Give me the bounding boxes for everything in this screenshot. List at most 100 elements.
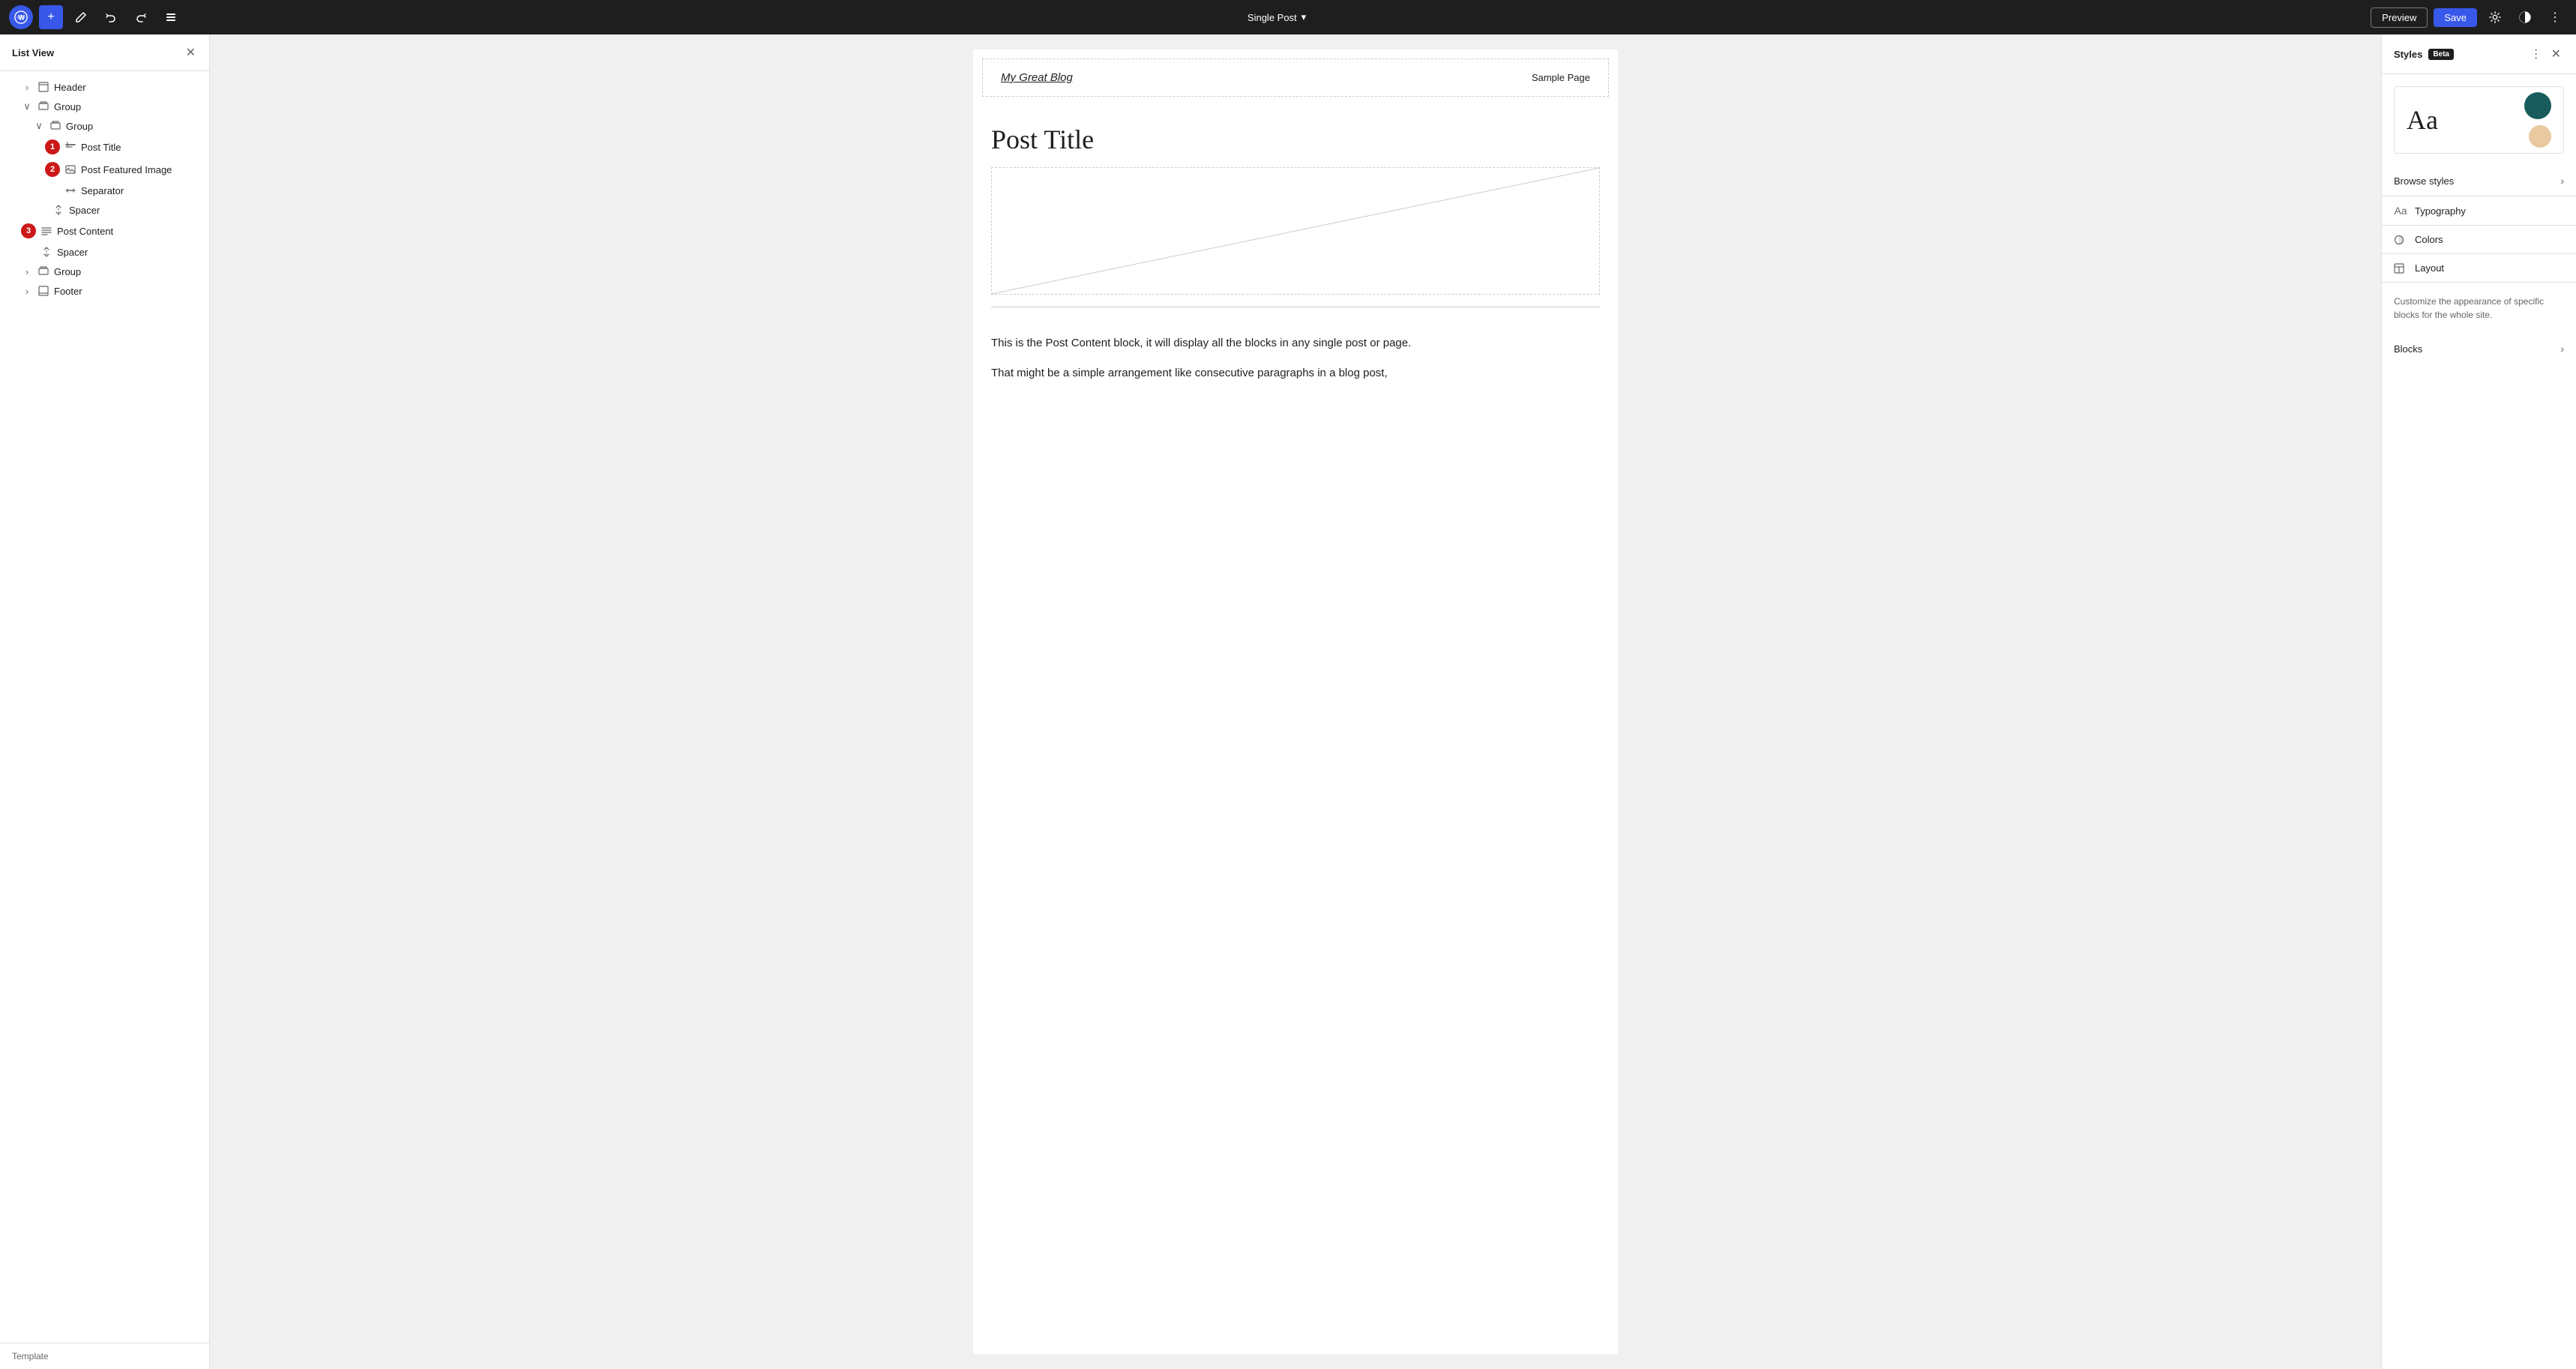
spacer-toggle — [33, 204, 48, 216]
style-preview: Aa — [2394, 86, 2564, 154]
list-view-button[interactable] — [159, 5, 183, 29]
color-swatches — [2524, 92, 2551, 148]
preview-aa: Aa — [2407, 104, 2438, 136]
tree-item-post-featured-image[interactable]: 2 Post Featured Image — [0, 158, 209, 181]
topbar-right: Preview Save ⋮ — [2371, 5, 2567, 29]
tree-item-group3[interactable]: › Group — [0, 262, 209, 281]
tree-label-spacer1: Spacer — [69, 205, 100, 216]
styles-title: Styles — [2394, 49, 2422, 60]
tree-item-post-content[interactable]: 3 Post Content — [0, 220, 209, 242]
tree-item-spacer2[interactable]: Spacer — [0, 242, 209, 262]
post-title-icon — [64, 141, 76, 153]
editor-canvas: My Great Blog Sample Page Post Title Thi… — [210, 34, 2381, 1369]
tree-label-post-featured-image: Post Featured Image — [81, 164, 172, 175]
tree-label-group2: Group — [66, 121, 93, 132]
close-styles-button[interactable]: ✕ — [2548, 43, 2564, 64]
toggle-icon: › — [21, 265, 33, 277]
tree-item-post-title[interactable]: 1 Post Title — [0, 136, 209, 158]
tree-label-footer: Footer — [54, 286, 82, 297]
toggle-icon: ∨ — [21, 100, 33, 112]
spacer-icon — [40, 246, 52, 258]
badge-2: 2 — [45, 162, 60, 177]
template-name-center: Single Post ▾ — [189, 7, 2365, 28]
settings-button[interactable] — [2483, 5, 2507, 29]
toggle-icon: › — [21, 81, 33, 93]
site-nav: Sample Page — [1532, 72, 1590, 83]
blocks-row[interactable]: Blocks › — [2382, 334, 2576, 364]
tree-label-group1: Group — [54, 101, 81, 112]
badge-1: 1 — [45, 139, 60, 154]
spacer-block-1 — [973, 319, 1618, 334]
tree-item-spacer1[interactable]: Spacer — [0, 200, 209, 220]
site-logo: My Great Blog — [1001, 71, 1073, 84]
wp-logo: W — [9, 5, 33, 29]
typography-icon: Aa — [2394, 205, 2407, 217]
tree-item-group2[interactable]: ∨ Group — [0, 116, 209, 136]
sidebar-title: List View — [12, 47, 54, 58]
close-sidebar-button[interactable]: ✕ — [184, 43, 197, 61]
dark-mode-button[interactable] — [2513, 5, 2537, 29]
styles-sidebar: Styles Beta ⋮ ✕ Aa Browse styles › Aa Ty… — [2381, 34, 2576, 1369]
chevron-right-icon: › — [2560, 175, 2564, 187]
more-options-button[interactable]: ⋮ — [2543, 5, 2567, 29]
template-label: Template — [12, 1351, 49, 1362]
sidebar-right-actions: ⋮ ✕ — [2527, 43, 2564, 64]
spacer-icon — [52, 204, 64, 216]
styles-tabs: Styles Beta — [2394, 49, 2454, 60]
post-content-icon — [40, 225, 52, 237]
block-tree: › Header ∨ Group ∨ Group — [0, 71, 209, 307]
undo-button[interactable] — [99, 5, 123, 29]
toggle-icon: ∨ — [33, 120, 45, 132]
post-content-text-1: This is the Post Content block, it will … — [991, 334, 1600, 352]
edit-button[interactable] — [69, 5, 93, 29]
tree-label-separator: Separator — [81, 185, 124, 196]
browse-styles-label: Browse styles — [2394, 175, 2454, 187]
beta-badge: Beta — [2428, 49, 2454, 60]
redo-button[interactable] — [129, 5, 153, 29]
layout-label: Layout — [2415, 262, 2444, 274]
post-content-block[interactable]: This is the Post Content block, it will … — [973, 334, 1618, 382]
layout-icon — [2394, 263, 2407, 274]
svg-text:W: W — [18, 14, 25, 22]
post-content-text-2: That might be a simple arrangement like … — [991, 364, 1600, 382]
tree-item-group1[interactable]: ∨ Group — [0, 97, 209, 116]
colors-label: Colors — [2415, 234, 2443, 245]
styles-sidebar-header: Styles Beta ⋮ ✕ — [2382, 34, 2576, 74]
group-icon — [37, 100, 49, 112]
block-icon — [37, 285, 49, 297]
main-layout: List View ✕ › Header ∨ Group — [0, 34, 2576, 1369]
add-block-button[interactable]: + — [39, 5, 63, 29]
tree-item-header[interactable]: › Header — [0, 77, 209, 97]
preview-button[interactable]: Preview — [2371, 7, 2428, 28]
post-title-text: Post Title — [991, 124, 1600, 155]
featured-image-placeholder — [991, 167, 1600, 295]
image-icon — [64, 163, 76, 175]
swatch-teal — [2524, 92, 2551, 119]
tree-item-footer[interactable]: › Footer — [0, 281, 209, 301]
chevron-down-icon: ▾ — [1301, 11, 1307, 23]
tree-label-header: Header — [54, 82, 86, 93]
site-header-block[interactable]: My Great Blog Sample Page — [982, 58, 1609, 97]
canvas-content: My Great Blog Sample Page Post Title Thi… — [973, 49, 1618, 1354]
template-name-button[interactable]: Single Post ▾ — [1240, 7, 1313, 28]
more-options-icon[interactable]: ⋮ — [2527, 43, 2545, 64]
block-icon — [37, 81, 49, 93]
badge-3: 3 — [21, 223, 36, 238]
save-button[interactable]: Save — [2434, 8, 2477, 27]
list-view-sidebar: List View ✕ › Header ∨ Group — [0, 34, 210, 1369]
browse-styles-row[interactable]: Browse styles › — [2382, 166, 2576, 196]
sidebar-header: List View ✕ — [0, 34, 209, 71]
group-icon — [37, 265, 49, 277]
featured-image-block[interactable] — [991, 167, 1600, 295]
tree-item-separator[interactable]: Separator — [0, 181, 209, 200]
post-title-block[interactable]: Post Title — [973, 106, 1618, 167]
separator-icon — [64, 184, 76, 196]
tree-label-group3: Group — [54, 266, 81, 277]
topbar: W + Single Post ▾ Preview Save ⋮ — [0, 0, 2576, 34]
typography-section[interactable]: Aa Typography — [2382, 196, 2576, 226]
tree-label-post-content: Post Content — [57, 226, 113, 237]
layout-section[interactable]: Layout — [2382, 254, 2576, 283]
template-name-label: Single Post — [1248, 12, 1297, 23]
typography-label: Typography — [2415, 205, 2466, 217]
colors-section[interactable]: Colors — [2382, 226, 2576, 254]
